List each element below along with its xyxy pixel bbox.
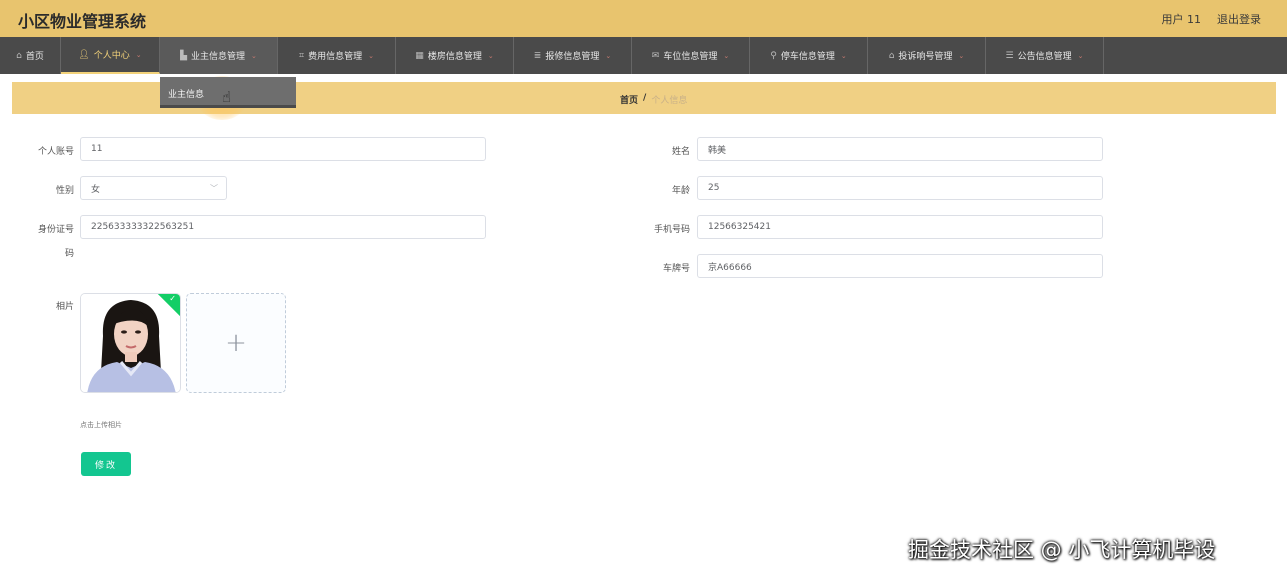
nav-item-label: 车位信息管理 <box>663 52 718 62</box>
gender-label: 性别 <box>55 186 74 196</box>
account-input[interactable]: 11 <box>80 137 486 161</box>
age-label: 年龄 <box>671 186 690 196</box>
plate-value: 京A66666 <box>708 262 752 273</box>
phone-value: 12566325421 <box>708 222 771 232</box>
house-icon: ▙ <box>180 50 188 61</box>
header-user-area: 用户 11 退出登录 <box>1162 11 1262 27</box>
idcard-label-wrap: 码 <box>64 249 74 259</box>
chevron-down-icon: ﹀ <box>210 184 218 193</box>
nav-item-label: 个人中心 <box>93 51 130 61</box>
nav-item-building-management[interactable]: ▦ 楼房信息管理 ⌄ <box>396 37 514 74</box>
idcard-label: 身份证号 <box>37 225 74 235</box>
nav-item-label: 报修信息管理 <box>545 52 600 62</box>
age-value: 25 <box>708 183 720 193</box>
plate-input[interactable]: 京A66666 <box>697 254 1103 278</box>
app-title: 小区物业管理系统 <box>18 12 147 31</box>
location-icon: ⚲ <box>770 50 777 61</box>
user-icon: 👤︎ <box>78 49 90 60</box>
gender-select[interactable]: 女 ﹀ <box>80 176 227 200</box>
chevron-down-icon: ⌄ <box>840 51 847 60</box>
chevron-down-icon: ⌄ <box>958 51 965 60</box>
upload-photo-button[interactable]: + <box>186 293 286 393</box>
main-nav: ⌂ 首页 👤︎ 个人中心 ⌄ ▙ 业主信息管理 ⌄ ⌗ 费用信息管理 ⌄ ▦ 楼… <box>0 37 1287 74</box>
breadcrumb: 首页 / 个人信息 <box>620 93 687 106</box>
chevron-down-icon: ⌄ <box>368 51 374 60</box>
name-input[interactable]: 韩美 <box>697 137 1103 161</box>
nav-item-notice-management[interactable]: ☰ 公告信息管理 ⌄ <box>986 37 1104 74</box>
breadcrumb-current: 个人信息 <box>651 96 688 106</box>
top-header: 小区物业管理系统 用户 11 退出登录 <box>0 0 1287 37</box>
portrait-image <box>81 294 180 392</box>
home-icon: ⌂ <box>16 50 22 61</box>
name-label: 姓名 <box>671 147 690 157</box>
watermark-text: 掘金技术社区 @ 小飞计算机毕设 <box>908 538 1216 562</box>
phone-input[interactable]: 12566325421 <box>697 215 1103 239</box>
age-input[interactable]: 25 <box>697 176 1103 200</box>
account-value: 11 <box>91 144 103 154</box>
nav-item-personal-center[interactable]: 👤︎ 个人中心 ⌄ <box>61 37 160 74</box>
chevron-down-icon: ⌄ <box>723 51 730 60</box>
account-label: 个人账号 <box>37 147 74 157</box>
nav-item-label: 首页 <box>25 52 44 62</box>
idcard-input[interactable]: 225633333322563251 <box>80 215 486 239</box>
list-icon: ≣ <box>533 50 542 61</box>
idcard-value: 225633333322563251 <box>91 222 195 232</box>
chevron-down-icon: ⌄ <box>135 50 142 59</box>
check-icon: ✓ <box>169 294 176 303</box>
plus-icon: + <box>225 328 247 358</box>
name-value: 韩美 <box>708 145 727 156</box>
mail-icon: ✉ <box>651 50 660 61</box>
gender-value: 女 <box>91 184 101 195</box>
upload-hint: 点击上传相片 <box>80 421 122 429</box>
chevron-down-icon: ⌄ <box>251 51 257 60</box>
bank-icon: ⌂ <box>888 50 895 61</box>
nav-item-owner-management[interactable]: ▙ 业主信息管理 ⌄ <box>160 37 278 74</box>
chevron-down-icon: ⌄ <box>605 51 612 60</box>
uploaded-photo[interactable]: ✓ <box>80 293 181 393</box>
chevron-down-icon: ⌄ <box>1077 51 1084 60</box>
nav-item-label: 投诉响号管理 <box>898 52 953 62</box>
breadcrumb-separator: / <box>643 93 647 103</box>
nav-item-parking-space-management[interactable]: ✉ 车位信息管理 ⌄ <box>632 37 750 74</box>
modify-button[interactable]: 修改 <box>81 452 131 476</box>
chevron-down-icon: ⌄ <box>487 51 494 60</box>
nav-item-complaint-management[interactable]: ⌂ 投诉响号管理 ⌄ <box>868 37 986 74</box>
nav-item-parking-management[interactable]: ⚲ 停车信息管理 ⌄ <box>750 37 868 74</box>
hand-pointer-icon: ☝ <box>222 88 232 106</box>
nav-item-label: 费用信息管理 <box>308 52 363 62</box>
nav-item-label: 楼房信息管理 <box>427 52 482 62</box>
nav-item-label: 停车信息管理 <box>780 52 835 62</box>
nav-item-home[interactable]: ⌂ 首页 <box>0 37 61 74</box>
nav-item-label: 公告信息管理 <box>1017 52 1072 62</box>
nav-item-label: 业主信息管理 <box>191 52 246 62</box>
photo-label: 相片 <box>55 302 74 312</box>
crop-icon: ⌗ <box>299 50 305 61</box>
dropdown-item-owner-info[interactable]: 业主信息 <box>168 87 204 100</box>
phone-label: 手机号码 <box>653 225 690 235</box>
nav-item-repair-management[interactable]: ≣ 报修信息管理 ⌄ <box>514 37 632 74</box>
building-icon: ▦ <box>415 50 424 61</box>
menu-icon: ☰ <box>1005 50 1014 61</box>
logout-link[interactable]: 退出登录 <box>1217 11 1261 27</box>
nav-item-fee-management[interactable]: ⌗ 费用信息管理 ⌄ <box>278 37 396 74</box>
plate-label: 车牌号 <box>662 264 690 274</box>
current-user-label[interactable]: 用户 11 <box>1162 11 1202 27</box>
breadcrumb-home[interactable]: 首页 <box>620 93 638 106</box>
